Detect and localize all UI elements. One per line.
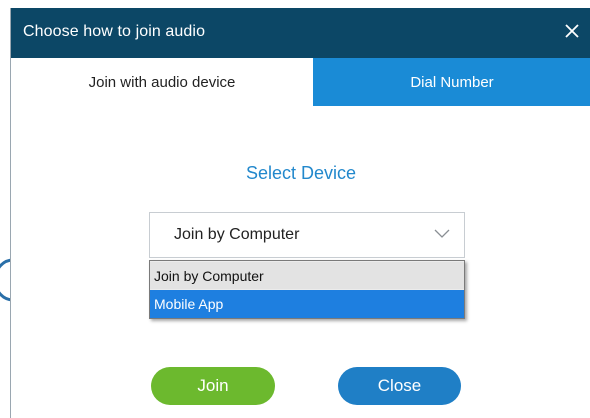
device-select[interactable]: Join by Computer (149, 212, 465, 258)
tab-join-with-audio-device[interactable]: Join with audio device (11, 58, 313, 106)
tab-dial-number[interactable]: Dial Number (313, 58, 590, 106)
close-icon[interactable] (561, 20, 583, 42)
audio-tabs: Join with audio device Dial Number (11, 58, 590, 106)
device-select-value: Join by Computer (174, 226, 300, 243)
join-button[interactable]: Join (151, 367, 275, 405)
join-audio-dialog: Choose how to join audio Join with audio… (10, 8, 590, 418)
dialog-title: Choose how to join audio (23, 23, 206, 40)
dialog-titlebar: Choose how to join audio (11, 8, 590, 58)
close-button[interactable]: Close (338, 367, 461, 405)
option-mobile-app[interactable]: Mobile App (150, 290, 464, 318)
option-join-by-computer[interactable]: Join by Computer (150, 262, 464, 289)
device-options-list: Join by Computer Mobile App (149, 260, 465, 319)
chevron-down-icon (434, 229, 450, 238)
select-device-heading: Select Device (245, 163, 357, 183)
